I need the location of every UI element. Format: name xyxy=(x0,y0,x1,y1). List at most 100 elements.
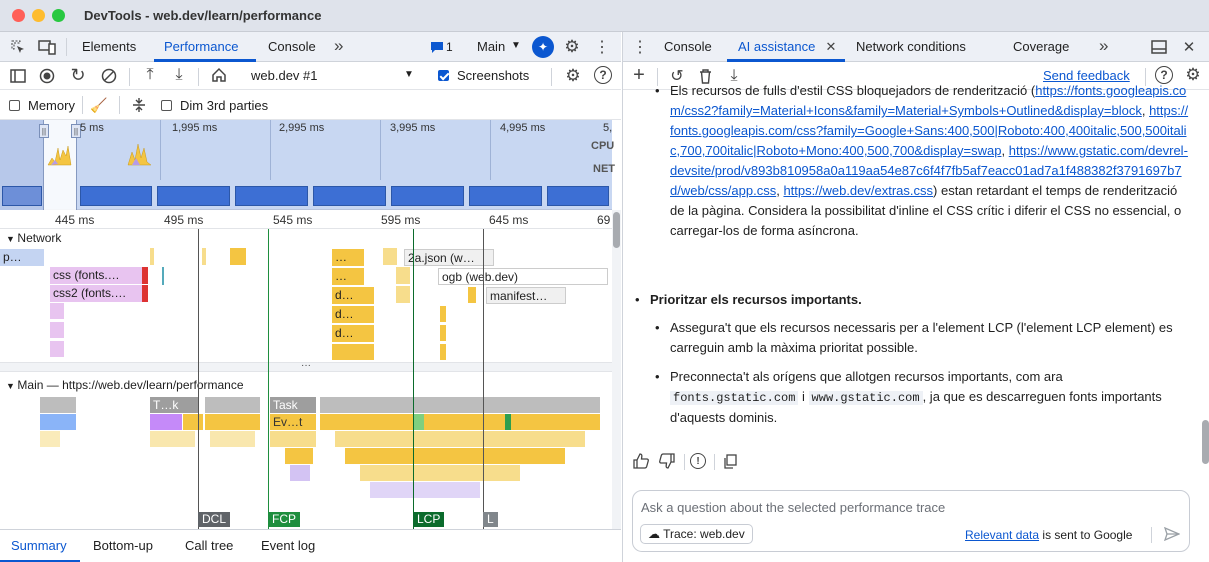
capture-settings-gear-icon[interactable]: ⚙ xyxy=(563,66,583,86)
download-icon[interactable]: ⤓ xyxy=(170,66,188,84)
lcp-marker[interactable]: LCP xyxy=(413,512,445,527)
track-resize-handle[interactable]: ··· xyxy=(0,361,612,372)
network-request[interactable]: css (fonts.… xyxy=(50,267,148,284)
copy-icon[interactable] xyxy=(721,452,739,470)
network-request-bar[interactable] xyxy=(150,248,154,265)
network-request-bar[interactable] xyxy=(202,248,206,265)
scrollbar-thumb[interactable] xyxy=(613,212,620,248)
screenshot-thumbnail[interactable] xyxy=(469,186,542,206)
network-request[interactable]: 2a.json (w… xyxy=(404,249,494,266)
recording-selector[interactable]: web.dev #1 xyxy=(251,68,318,83)
drawer-tab-ai-assistance[interactable]: AI assistance xyxy=(738,39,815,54)
report-issue-icon[interactable]: ! xyxy=(690,453,706,469)
more-options-icon[interactable]: ⋮ xyxy=(592,37,612,57)
drawer-tab-coverage[interactable]: Coverage xyxy=(1013,39,1069,54)
minimize-window-button[interactable] xyxy=(32,9,45,22)
network-request-bar[interactable] xyxy=(50,341,64,357)
network-request[interactable]: d… xyxy=(332,306,374,323)
chat-input-placeholder[interactable]: Ask a question about the selected perfor… xyxy=(641,500,945,515)
flame-function[interactable] xyxy=(290,465,310,481)
drawer-menu-icon[interactable]: ⋮ xyxy=(631,37,649,57)
network-request-bar[interactable] xyxy=(396,286,410,303)
screenshot-thumbnail[interactable] xyxy=(157,186,230,206)
flame-script[interactable] xyxy=(183,414,203,430)
trace-context-chip[interactable]: ☁ Trace: web.dev xyxy=(640,524,753,544)
send-icon[interactable] xyxy=(1163,525,1181,543)
flame-function[interactable] xyxy=(40,431,60,447)
upload-icon[interactable]: ⤒ xyxy=(141,66,159,84)
network-request-bar[interactable] xyxy=(50,322,64,338)
response-scrollbar[interactable] xyxy=(1201,90,1209,468)
network-request-bar[interactable] xyxy=(50,303,64,319)
new-chat-icon[interactable]: + xyxy=(629,64,649,86)
network-request[interactable]: d… xyxy=(332,287,374,304)
ai-assistance-icon[interactable]: ✦ xyxy=(532,36,554,58)
close-tab-icon[interactable]: ✕ xyxy=(825,39,837,54)
network-request-bar[interactable] xyxy=(440,344,446,360)
tab-elements[interactable]: Elements xyxy=(82,39,136,54)
chevron-down-icon[interactable]: ▼ xyxy=(511,40,521,51)
tab-performance[interactable]: Performance xyxy=(164,39,238,54)
fcp-marker[interactable]: FCP xyxy=(268,512,300,527)
inspect-element-icon[interactable] xyxy=(8,38,28,56)
timeline-scrollbar[interactable] xyxy=(612,210,621,529)
flame-task[interactable] xyxy=(40,397,76,413)
network-track-header[interactable]: ▼ Network xyxy=(6,231,61,245)
collapse-tracks-icon[interactable] xyxy=(130,96,148,114)
more-drawer-tabs-button[interactable]: » xyxy=(1099,36,1108,56)
network-request[interactable]: p… xyxy=(0,249,44,266)
flame-task[interactable]: T…k xyxy=(150,397,198,413)
issues-icon[interactable] xyxy=(430,39,444,55)
flame-script[interactable] xyxy=(205,414,260,430)
tab-console[interactable]: Console xyxy=(268,39,316,54)
context-selector[interactable]: Main xyxy=(477,39,505,54)
network-request[interactable]: … xyxy=(332,249,364,266)
screenshot-thumbnail[interactable] xyxy=(235,186,308,206)
tab-event-log[interactable]: Event log xyxy=(261,538,315,553)
flame-script[interactable] xyxy=(40,414,76,430)
flame-script[interactable] xyxy=(320,414,600,430)
flame-function[interactable] xyxy=(150,431,195,447)
dock-side-icon[interactable] xyxy=(1150,38,1168,56)
memory-checkbox[interactable] xyxy=(9,100,20,111)
chevron-down-icon[interactable]: ▼ xyxy=(404,69,414,80)
overview-drag-handle-left[interactable]: || xyxy=(39,124,49,138)
drawer-tab-network-conditions[interactable]: Network conditions xyxy=(856,39,966,54)
zoom-window-button[interactable] xyxy=(52,9,65,22)
network-request-bar[interactable] xyxy=(332,344,374,360)
drawer-tab-console[interactable]: Console xyxy=(664,39,712,54)
network-request-bar[interactable] xyxy=(440,306,446,322)
scrollbar-thumb[interactable] xyxy=(1202,420,1209,464)
flame-task[interactable] xyxy=(320,397,600,413)
network-request-bar[interactable] xyxy=(396,267,410,284)
home-icon[interactable] xyxy=(210,66,228,84)
network-request[interactable]: css2 (fonts.… xyxy=(50,285,148,302)
close-drawer-icon[interactable]: ✕ xyxy=(1180,38,1198,56)
thumbs-up-icon[interactable] xyxy=(632,452,650,470)
network-request-bar[interactable] xyxy=(468,287,476,303)
flame-render[interactable] xyxy=(505,414,511,430)
network-request[interactable]: … xyxy=(332,268,364,285)
flame-task[interactable] xyxy=(205,397,260,413)
device-toolbar-icon[interactable] xyxy=(37,38,57,56)
tab-summary[interactable]: Summary xyxy=(11,538,67,553)
clear-icon[interactable] xyxy=(100,67,118,85)
flame-function[interactable] xyxy=(285,448,313,464)
network-request[interactable]: manifest… xyxy=(486,287,566,304)
network-request-bar[interactable] xyxy=(230,248,246,265)
record-icon[interactable] xyxy=(38,67,56,85)
screenshot-thumbnail[interactable] xyxy=(391,186,464,206)
network-request-bar[interactable] xyxy=(440,325,446,341)
network-request[interactable]: d… xyxy=(332,325,374,342)
flame-function[interactable] xyxy=(345,448,565,464)
flame-function[interactable] xyxy=(360,465,520,481)
broom-icon[interactable]: 🧹 xyxy=(90,96,108,114)
flame-function[interactable] xyxy=(270,431,316,447)
screenshot-thumbnail[interactable] xyxy=(80,186,152,206)
close-window-button[interactable] xyxy=(12,9,25,22)
toggle-sidebar-icon[interactable] xyxy=(9,67,27,85)
flame-function[interactable] xyxy=(370,482,480,498)
screenshot-thumbnail[interactable] xyxy=(547,186,609,206)
flame-render[interactable] xyxy=(414,414,424,430)
flame-task[interactable]: Task xyxy=(270,397,316,413)
